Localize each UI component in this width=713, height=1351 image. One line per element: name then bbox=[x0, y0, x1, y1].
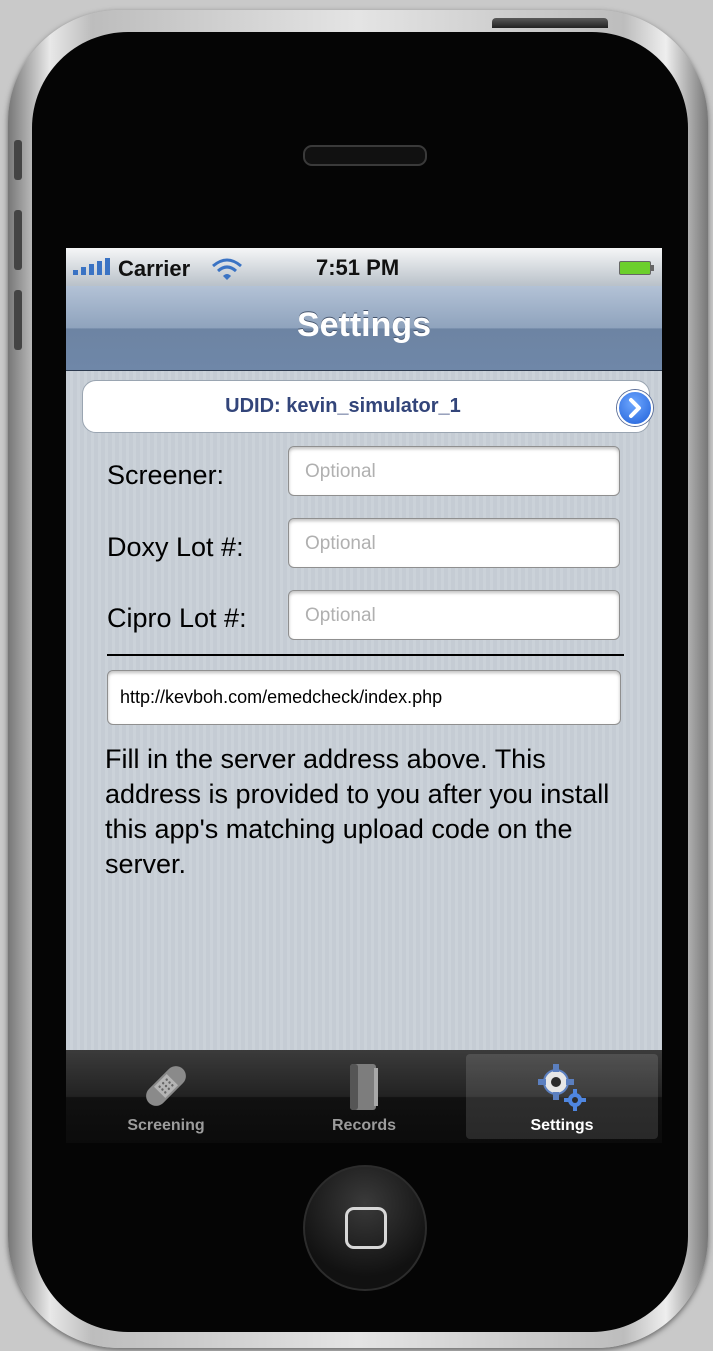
chevron-right-icon bbox=[629, 398, 641, 418]
signal-strength-icon bbox=[73, 258, 110, 275]
tab-bar: Screening Records Settings bbox=[66, 1050, 662, 1143]
home-button[interactable] bbox=[303, 1165, 427, 1291]
disclosure-button[interactable] bbox=[617, 390, 653, 426]
udid-row[interactable]: UDID: kevin_simulator_1 bbox=[82, 380, 653, 433]
bandage-icon bbox=[146, 1066, 186, 1106]
udid-label: UDID: kevin_simulator_1 bbox=[225, 395, 461, 417]
volume-down-button[interactable] bbox=[14, 290, 22, 350]
tab-settings[interactable]: Settings bbox=[466, 1054, 658, 1139]
wifi-icon bbox=[212, 258, 242, 280]
divider bbox=[107, 654, 624, 656]
status-time: 7:51 PM bbox=[316, 255, 400, 280]
tab-screening-label: Screening bbox=[127, 1117, 205, 1134]
app-screen: Carrier 7:51 PM Settings UDID: kevin_sim… bbox=[66, 248, 662, 1143]
tab-records[interactable]: Records bbox=[266, 1054, 462, 1139]
book-icon bbox=[350, 1064, 378, 1110]
cipro-lot-input[interactable]: Optional bbox=[288, 590, 620, 640]
help-text: Fill in the server address above. This a… bbox=[105, 744, 610, 879]
battery-icon bbox=[619, 261, 654, 275]
tab-settings-label: Settings bbox=[530, 1117, 594, 1134]
carrier-name: Carrier bbox=[118, 256, 191, 281]
tab-records-label: Records bbox=[331, 1117, 397, 1134]
volume-up-button[interactable] bbox=[14, 210, 22, 270]
page-title: Settings bbox=[296, 306, 432, 344]
earpiece-speaker bbox=[303, 145, 427, 166]
tab-screening[interactable]: Screening bbox=[70, 1054, 262, 1139]
sleep-button[interactable] bbox=[492, 18, 608, 28]
status-bar: Carrier 7:51 PM bbox=[66, 248, 662, 286]
gears-icon bbox=[538, 1064, 586, 1111]
screener-input[interactable]: Optional bbox=[288, 446, 620, 496]
home-square-icon bbox=[345, 1207, 387, 1249]
cipro-lot-label: Cipro Lot #: bbox=[107, 603, 247, 633]
doxy-lot-label: Doxy Lot #: bbox=[107, 532, 244, 562]
server-url-input[interactable]: http://kevboh.com/emedcheck/index.php bbox=[107, 670, 621, 725]
doxy-lot-input[interactable]: Optional bbox=[288, 518, 620, 568]
screener-label: Screener: bbox=[107, 460, 225, 490]
mute-switch[interactable] bbox=[14, 140, 22, 180]
navigation-bar: Settings bbox=[66, 286, 662, 371]
